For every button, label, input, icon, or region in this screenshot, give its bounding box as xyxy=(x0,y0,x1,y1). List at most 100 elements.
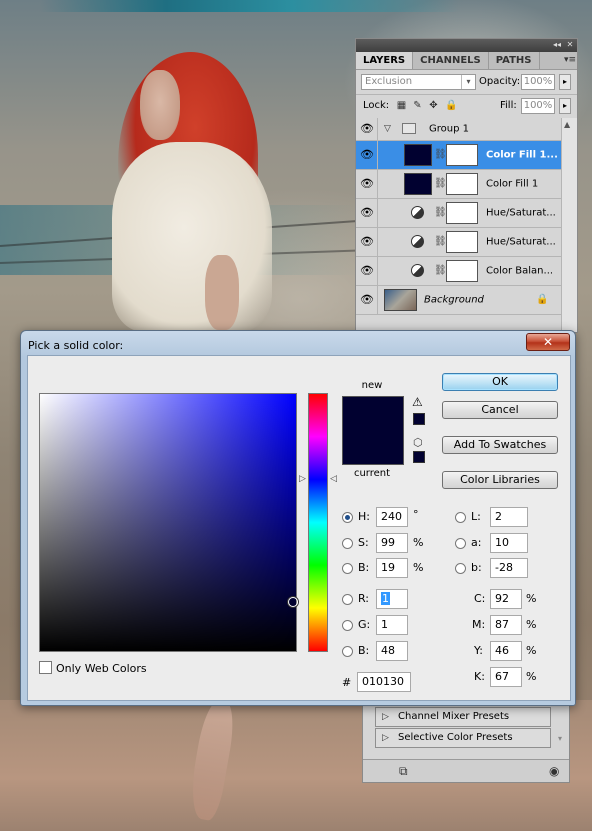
s-radio[interactable] xyxy=(342,538,353,549)
lock-label: Lock: xyxy=(363,100,390,111)
layer-name: Color Balan... xyxy=(486,265,554,277)
chain-link-icon[interactable]: ⛓ xyxy=(434,236,447,247)
eye-icon[interactable]: 👁 xyxy=(359,123,375,135)
layer-row[interactable]: 👁 ⛓ Color Fill 1 xyxy=(356,170,561,199)
color-field-marker[interactable] xyxy=(288,597,298,607)
presets-scrollbar[interactable]: ▾ xyxy=(553,707,567,751)
h-input[interactable]: 240 xyxy=(376,507,408,527)
lock-transparency-icon[interactable]: ▦ xyxy=(396,100,407,111)
layer-row[interactable]: 👁 Background 🔒 xyxy=(356,286,561,315)
fill-label: Fill: xyxy=(500,100,517,111)
chain-link-icon[interactable]: ⛓ xyxy=(434,149,447,160)
eye-icon[interactable]: 👁 xyxy=(359,178,375,190)
b-radio[interactable] xyxy=(342,563,353,574)
web-safe-swatch[interactable] xyxy=(413,451,425,463)
b-input[interactable]: 19 xyxy=(376,558,408,578)
blend-mode-select[interactable]: Exclusion ▾ xyxy=(361,74,476,90)
eye-icon[interactable]: 👁 xyxy=(359,236,375,248)
color-libraries-button[interactable]: Color Libraries xyxy=(442,471,558,489)
color-field[interactable] xyxy=(39,393,298,652)
eye-icon[interactable]: 👁 xyxy=(359,207,375,219)
eye-icon[interactable]: 👁 xyxy=(359,265,375,277)
checkbox-box[interactable] xyxy=(39,661,52,674)
preset-label: Channel Mixer Presets xyxy=(398,711,510,722)
b-lab-input[interactable]: -28 xyxy=(490,558,528,578)
layer-mask-thumbnail[interactable] xyxy=(446,144,478,166)
fill-slider-arrow-icon[interactable]: ▸ xyxy=(559,98,571,114)
layers-panel: ◂◂ ✕ LAYERS CHANNELS PATHS ▾≡ Exclusion … xyxy=(355,38,578,333)
panel-resize-icon[interactable]: ⧉ xyxy=(399,764,408,779)
chain-link-icon[interactable]: ⛓ xyxy=(434,265,447,276)
preset-item[interactable]: ▷ Channel Mixer Presets xyxy=(375,707,551,727)
l-input[interactable]: 2 xyxy=(490,507,528,527)
r-radio[interactable] xyxy=(342,594,353,605)
layer-mask-thumbnail[interactable] xyxy=(446,260,478,282)
c-input[interactable]: 92 xyxy=(490,589,522,609)
preset-item[interactable]: ▷ Selective Color Presets xyxy=(375,728,551,748)
a-radio[interactable] xyxy=(455,538,466,549)
s-label: S: xyxy=(358,536,369,549)
layer-mask-thumbnail[interactable] xyxy=(446,231,478,253)
tab-channels[interactable]: CHANNELS xyxy=(413,52,489,69)
lock-position-move-icon[interactable]: ✥ xyxy=(428,100,439,111)
add-to-swatches-button[interactable]: Add To Swatches xyxy=(442,436,558,454)
scroll-up-icon[interactable]: ▲ xyxy=(564,120,570,129)
k-input[interactable]: 67 xyxy=(490,667,522,687)
cancel-button[interactable]: Cancel xyxy=(442,401,558,419)
b-rgb-label: B: xyxy=(358,644,370,657)
r-input[interactable]: 1 xyxy=(376,589,408,609)
adjustments-presets-panel: ▷ Channel Mixer Presets ▷ Selective Colo… xyxy=(362,705,570,783)
close-button[interactable]: ✕ xyxy=(526,333,570,351)
chain-link-icon[interactable]: ⛓ xyxy=(434,178,447,189)
hue-slider-left-arrow-icon[interactable]: ▷ xyxy=(299,475,306,484)
hue-slider-right-arrow-icon[interactable]: ◁ xyxy=(330,475,337,484)
b-rgb-radio[interactable] xyxy=(342,646,353,657)
b-lab-radio[interactable] xyxy=(455,563,466,574)
current-color-swatch[interactable] xyxy=(343,430,403,464)
lock-pixels-brush-icon[interactable]: ✎ xyxy=(412,100,423,111)
hue-slider[interactable] xyxy=(308,393,328,652)
ok-button[interactable]: OK xyxy=(442,373,558,391)
hex-input[interactable]: 010130 xyxy=(357,672,411,692)
gamut-swatch[interactable] xyxy=(413,413,425,425)
y-input[interactable]: 46 xyxy=(490,641,522,661)
layer-row[interactable]: 👁 ⛓ Color Fill 1... xyxy=(356,141,561,170)
eye-icon[interactable]: 👁 xyxy=(359,149,375,161)
percent-unit: % xyxy=(526,618,537,631)
lock-all-icon[interactable]: 🔒 xyxy=(445,100,457,111)
collapse-icon[interactable]: ◂◂ xyxy=(552,40,562,50)
a-input[interactable]: 10 xyxy=(490,533,528,553)
chain-link-icon[interactable]: ⛓ xyxy=(434,207,447,218)
blend-row: Exclusion ▾ Opacity: 100% ▸ xyxy=(356,70,577,94)
layer-row[interactable]: 👁 ▽ Group 1 xyxy=(356,118,561,141)
s-input[interactable]: 99 xyxy=(376,533,408,553)
web-safe-cube-icon: ⬡ xyxy=(413,436,423,449)
panel-menu-icon[interactable]: ▾≡ xyxy=(563,52,577,69)
m-input[interactable]: 87 xyxy=(490,615,522,635)
b-rgb-input[interactable]: 48 xyxy=(376,641,408,661)
h-radio[interactable] xyxy=(342,512,353,523)
expand-triangle-icon[interactable]: ▽ xyxy=(384,124,391,134)
c-label: C: xyxy=(474,592,486,605)
only-web-colors-checkbox[interactable]: Only Web Colors xyxy=(39,661,147,675)
adjustment-options-icon[interactable]: ◉ xyxy=(549,764,559,778)
percent-unit: % xyxy=(413,536,424,549)
eye-icon[interactable]: 👁 xyxy=(359,294,375,306)
g-radio[interactable] xyxy=(342,620,353,631)
opacity-slider-arrow-icon[interactable]: ▸ xyxy=(559,74,571,90)
layer-mask-thumbnail[interactable] xyxy=(446,202,478,224)
layer-row[interactable]: 👁 ⛓ Hue/Saturat... xyxy=(356,228,561,257)
layers-scrollbar[interactable]: ▲ xyxy=(561,118,577,332)
only-web-colors-label: Only Web Colors xyxy=(56,662,147,675)
l-radio[interactable] xyxy=(455,512,466,523)
fill-input[interactable]: 100% xyxy=(521,98,555,114)
tab-paths[interactable]: PATHS xyxy=(489,52,540,69)
opacity-input[interactable]: 100% xyxy=(521,74,555,90)
layer-mask-thumbnail[interactable] xyxy=(446,173,478,195)
layer-row[interactable]: 👁 ⛓ Color Balan... xyxy=(356,257,561,286)
tab-layers[interactable]: LAYERS xyxy=(356,52,414,69)
close-panel-icon[interactable]: ✕ xyxy=(565,40,575,50)
layer-row[interactable]: 👁 ⛓ Hue/Saturat... xyxy=(356,199,561,228)
panel-title-bar: ◂◂ ✕ xyxy=(356,39,577,52)
g-input[interactable]: 1 xyxy=(376,615,408,635)
